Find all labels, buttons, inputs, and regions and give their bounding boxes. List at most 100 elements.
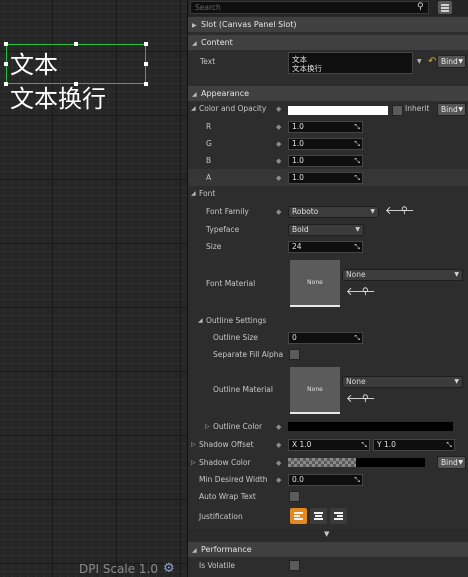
g-field[interactable]: 1.0 ⤡: [288, 138, 363, 150]
inherit-checkbox[interactable]: [392, 105, 403, 116]
auto-wrap-text-checkbox[interactable]: [289, 491, 300, 502]
collapse-arrow-icon: ◢: [192, 40, 197, 47]
color-and-opacity-label: Color and Opacity: [199, 104, 267, 113]
keyframe-diamond-icon[interactable]: ◆: [276, 139, 281, 149]
expand-arrow-icon[interactable]: ▷: [191, 440, 196, 450]
resize-handle-right[interactable]: [144, 62, 148, 66]
text-field-line1: 文本: [292, 55, 307, 64]
keyframe-diamond-icon[interactable]: ◆: [276, 207, 281, 217]
resize-handle-top-right[interactable]: [144, 42, 148, 46]
category-slot[interactable]: ▶ Slot (Canvas Panel Slot): [188, 16, 468, 32]
auto-wrap-text-label: Auto Wrap Text: [199, 492, 256, 501]
keyframe-diamond-icon[interactable]: ◆: [276, 173, 281, 183]
collapse-arrow-icon[interactable]: ◢: [198, 316, 203, 326]
shadow-offset-y-field[interactable]: Y 1.0 ⤡: [373, 439, 455, 451]
view-options-icon[interactable]: [438, 1, 452, 14]
category-content[interactable]: ◢ Content: [188, 34, 468, 50]
category-performance-label: Performance: [201, 545, 252, 554]
outline-material-thumbnail[interactable]: None: [290, 367, 340, 414]
canvas-text-widget[interactable]: 文本: [10, 51, 58, 79]
shadow-color-bind-button[interactable]: Bind ▼: [437, 456, 466, 469]
justify-center-icon[interactable]: [310, 508, 327, 524]
color-and-opacity-swatch[interactable]: [288, 106, 388, 115]
keyframe-diamond-icon[interactable]: ◆: [276, 422, 281, 432]
size-field[interactable]: 24 ⤡: [288, 241, 363, 253]
browse-icon[interactable]: ⚲: [362, 287, 369, 297]
text-options-caret-icon[interactable]: ▼: [417, 57, 422, 67]
r-label: R: [206, 122, 212, 131]
resize-handle-bottom-left[interactable]: [4, 82, 8, 86]
justify-right-icon[interactable]: [330, 508, 347, 524]
color-bind-button[interactable]: Bind ▼: [437, 103, 466, 116]
justification-label: Justification: [199, 512, 243, 521]
b-label: B: [206, 156, 212, 165]
font-family-label: Font Family: [206, 207, 249, 216]
b-field[interactable]: 1.0 ⤡: [288, 155, 363, 167]
outline-material-label: Outline Material: [213, 385, 273, 394]
show-advanced-caret-icon[interactable]: ▼: [324, 530, 329, 539]
use-selected-arrow-icon[interactable]: 🡐: [346, 286, 376, 297]
expand-arrow-icon[interactable]: ▷: [191, 458, 196, 468]
min-desired-width-field[interactable]: 0.0 ⤡: [288, 474, 363, 486]
keyframe-diamond-icon[interactable]: ◆: [276, 122, 281, 132]
use-selected-arrow-icon[interactable]: 🡐: [346, 393, 376, 404]
outline-color-swatch[interactable]: [288, 422, 453, 431]
gear-icon[interactable]: ⚙: [163, 562, 175, 576]
resize-handle-top-left[interactable]: [4, 42, 8, 46]
search-input[interactable]: Search: [190, 1, 429, 14]
is-volatile-label: Is Volatile: [199, 561, 236, 570]
separate-fill-alpha-label: Separate Fill Alpha: [213, 350, 284, 359]
collapse-arrow-icon[interactable]: ◢: [191, 189, 196, 199]
resize-handle-bottom-right[interactable]: [144, 82, 148, 86]
a-label: A: [206, 173, 212, 182]
text-bind-button[interactable]: Bind ▼: [437, 55, 466, 68]
outline-material-dropdown[interactable]: None ▼: [342, 376, 463, 388]
dpi-scale-label: DPI Scale 1.0: [79, 562, 159, 576]
shadow-offset-x-field[interactable]: X 1.0 ⤡: [288, 439, 370, 451]
a-field[interactable]: 1.0 ⤡: [288, 172, 363, 184]
browse-icon[interactable]: ⚲: [401, 206, 408, 216]
canvas-text-widget-wrapped[interactable]: 文本换行: [10, 85, 106, 113]
category-appearance-label: Appearance: [201, 89, 250, 98]
typeface-dropdown[interactable]: Bold ▼: [288, 224, 364, 236]
text-label: Text: [200, 57, 216, 66]
shadow-offset-label: Shadow Offset: [199, 440, 254, 449]
g-label: G: [206, 139, 212, 148]
text-field[interactable]: 文本 文本换行: [288, 52, 413, 74]
shadow-color-swatch[interactable]: [288, 458, 425, 467]
details-panel: Search ⚲ ▶ Slot (Canvas Panel Slot) ◢ Cont…: [188, 0, 468, 577]
font-material-label: Font Material: [206, 279, 256, 288]
category-content-label: Content: [201, 38, 233, 47]
font-family-dropdown[interactable]: Roboto ▼: [288, 206, 379, 218]
resize-handle-top[interactable]: [74, 42, 78, 46]
font-material-thumbnail[interactable]: None: [290, 260, 340, 307]
separate-fill-alpha-checkbox[interactable]: [289, 349, 300, 360]
category-performance[interactable]: ◢ Performance: [188, 541, 468, 557]
outline-settings-label: Outline Settings: [206, 316, 267, 325]
keyframe-diamond-icon[interactable]: ◆: [276, 104, 281, 114]
use-selected-arrow-icon[interactable]: 🡐: [385, 205, 415, 216]
resize-handle-left[interactable]: [4, 62, 8, 66]
font-material-dropdown[interactable]: None ▼: [342, 269, 463, 281]
reset-icon[interactable]: ↶: [428, 57, 436, 67]
justify-left-icon[interactable]: [290, 508, 307, 524]
inherit-label: Inherit: [405, 104, 430, 113]
browse-icon[interactable]: ⚲: [362, 394, 369, 404]
collapse-arrow-icon[interactable]: ◢: [191, 104, 196, 114]
search-bar: Search ⚲: [188, 0, 468, 16]
search-icon[interactable]: ⚲: [417, 2, 424, 12]
typeface-label: Typeface: [206, 225, 240, 234]
keyframe-diamond-icon[interactable]: ◆: [276, 475, 281, 485]
expand-arrow-icon: ▶: [192, 22, 197, 29]
keyframe-diamond-icon[interactable]: ◆: [276, 156, 281, 166]
is-volatile-checkbox[interactable]: [289, 560, 300, 571]
keyframe-diamond-icon[interactable]: ◆: [276, 458, 281, 468]
expand-arrow-icon[interactable]: ▷: [205, 422, 210, 432]
r-field[interactable]: 1.0 ⤡: [288, 121, 363, 133]
category-appearance[interactable]: ◢ Appearance: [188, 85, 468, 101]
font-label: Font: [199, 189, 216, 198]
outline-color-label: Outline Color: [213, 422, 263, 431]
outline-size-field[interactable]: 0 ⤡: [288, 332, 363, 344]
keyframe-diamond-icon[interactable]: ◆: [276, 440, 281, 450]
designer-canvas[interactable]: 文本 文本换行 DPI Scale 1.0 ⚙: [0, 0, 187, 577]
